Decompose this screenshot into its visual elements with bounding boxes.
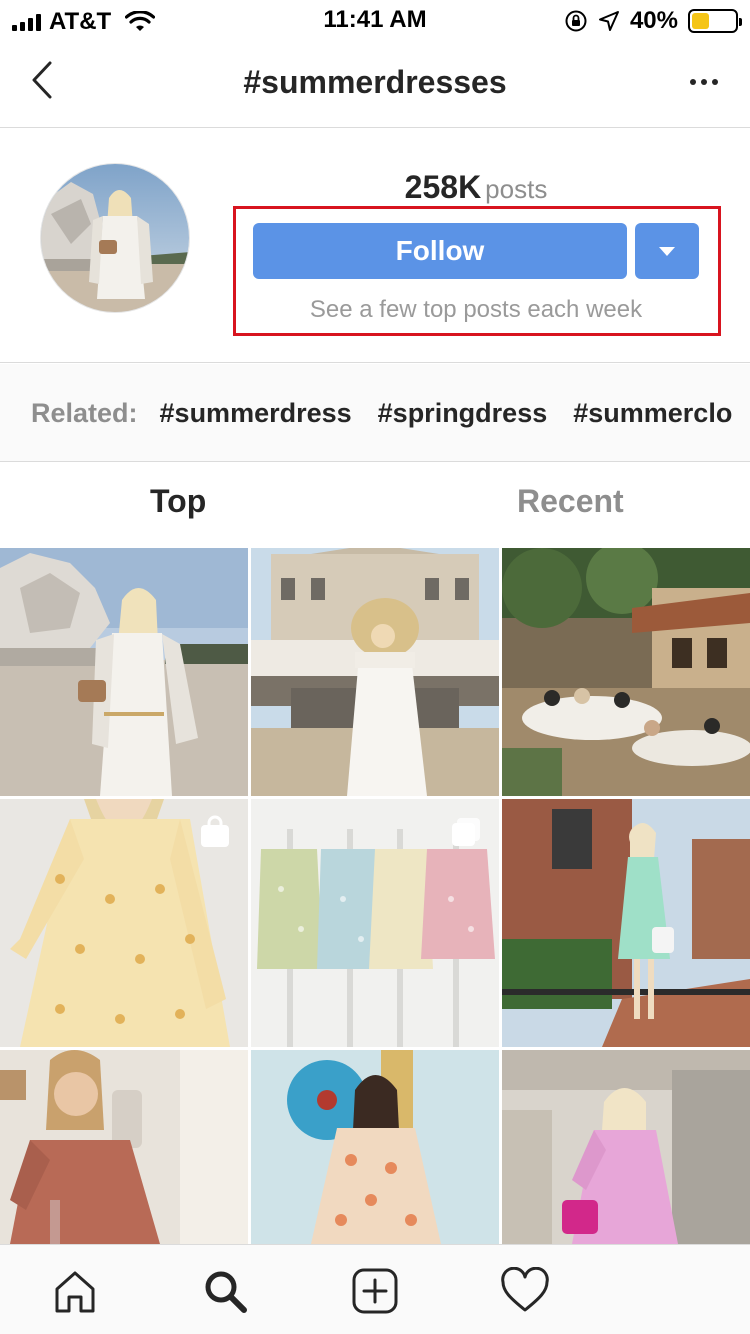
grid-post-white-dress-statue[interactable]: [0, 548, 248, 796]
post-count-number: 258K: [404, 169, 482, 205]
more-horizontal-icon: [690, 79, 696, 85]
grid-post-white-dress-sunhat-mansion[interactable]: [251, 548, 499, 796]
battery-icon: [688, 9, 742, 33]
tab-home[interactable]: [47, 1263, 103, 1319]
grid-post-red-dress-mirror-selfie[interactable]: [0, 1050, 248, 1244]
orientation-lock-icon: [565, 10, 587, 32]
status-right: 40%: [564, 7, 742, 35]
related-tags-list: Related: #summerdress #springdress #summ…: [31, 398, 732, 429]
follow-subtitle: See a few top posts each week: [309, 296, 643, 323]
post-count-label: posts: [485, 174, 548, 204]
related-tag[interactable]: #summerdress: [160, 398, 352, 429]
tab-new-post[interactable]: [347, 1263, 403, 1319]
carousel-icon: [449, 815, 483, 849]
related-tag[interactable]: #springdress: [378, 398, 548, 429]
hashtag-avatar: [40, 163, 190, 313]
feed-tabs: Top Recent: [0, 463, 750, 547]
search-icon: [205, 1271, 247, 1313]
hashtag-header: 258K posts Follow See a few top posts eac…: [0, 129, 750, 363]
tab-search[interactable]: [197, 1263, 253, 1319]
activity-heart-icon: [501, 1267, 549, 1312]
grid-post-yellow-floral-dress[interactable]: [0, 799, 248, 1047]
battery-level: [692, 13, 709, 29]
home-icon: [55, 1271, 95, 1313]
shopping-bag-icon: [198, 815, 232, 849]
page-title: #summerdresses: [243, 64, 507, 100]
more-options-button[interactable]: [682, 66, 726, 98]
grid-post-outdoor-dinner-terrace[interactable]: [502, 548, 750, 796]
follow-button[interactable]: Follow: [253, 223, 627, 279]
new-post-icon: [352, 1268, 398, 1314]
grid-post-pink-dress-storefront[interactable]: [502, 1050, 750, 1244]
tab-recent[interactable]: Recent: [517, 483, 624, 520]
battery-percent: 40%: [629, 7, 678, 34]
post-count: 258K posts: [250, 169, 702, 206]
follow-dropdown-button[interactable]: [635, 223, 699, 279]
nav-header: #summerdresses: [0, 40, 750, 128]
tab-activity[interactable]: [497, 1263, 553, 1319]
grid-post-mint-dress-brick-street[interactable]: [502, 799, 750, 1047]
grid-post-four-dresses-mannequins[interactable]: [251, 799, 499, 1047]
bottom-tab-bar: [0, 1244, 750, 1334]
status-bar: AT&T 11:41 AM 40%: [0, 0, 750, 40]
location-arrow-icon: [598, 11, 619, 31]
related-label: Related:: [31, 398, 138, 428]
grid-post-floral-dress-blue-record[interactable]: [251, 1050, 499, 1244]
caret-down-icon: [659, 246, 675, 256]
related-tag[interactable]: #summerclo: [573, 398, 732, 429]
post-grid: [0, 548, 750, 1244]
tab-top[interactable]: Top: [150, 483, 206, 520]
related-tags-bar: Related: #summerdress #springdress #summ…: [0, 364, 750, 462]
